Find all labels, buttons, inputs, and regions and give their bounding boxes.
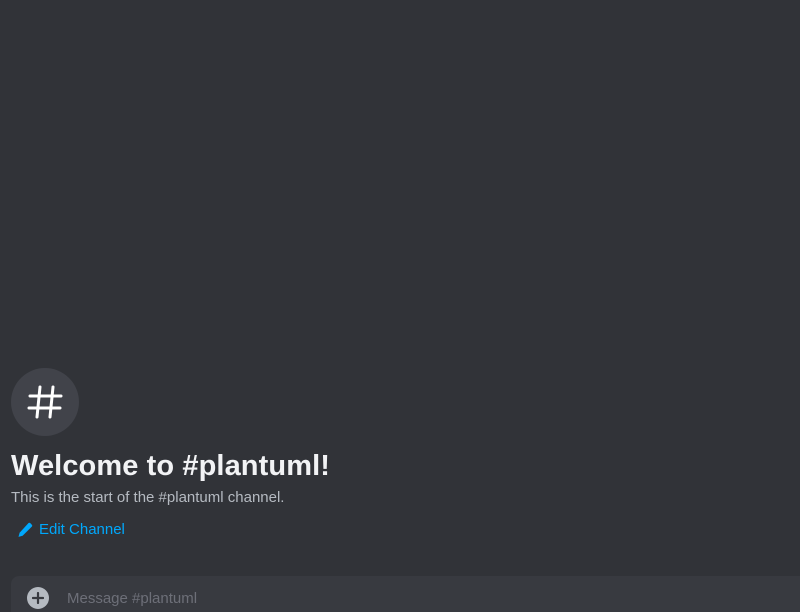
message-input[interactable]	[67, 586, 757, 610]
plus-circle-icon	[32, 592, 44, 604]
edit-channel-label: Edit Channel	[39, 521, 125, 538]
channel-view: Welcome to #plantuml! This is the start …	[0, 0, 800, 612]
message-composer	[11, 576, 800, 612]
channel-welcome: Welcome to #plantuml! This is the start …	[11, 368, 791, 543]
welcome-title: Welcome to #plantuml!	[11, 450, 330, 482]
welcome-subtitle: This is the start of the #plantuml chann…	[11, 489, 285, 506]
attach-button[interactable]	[27, 587, 49, 609]
hash-icon	[27, 385, 63, 419]
pencil-icon	[18, 522, 33, 537]
edit-channel-link[interactable]: Edit Channel	[17, 520, 125, 540]
channel-hash-badge	[11, 368, 79, 436]
